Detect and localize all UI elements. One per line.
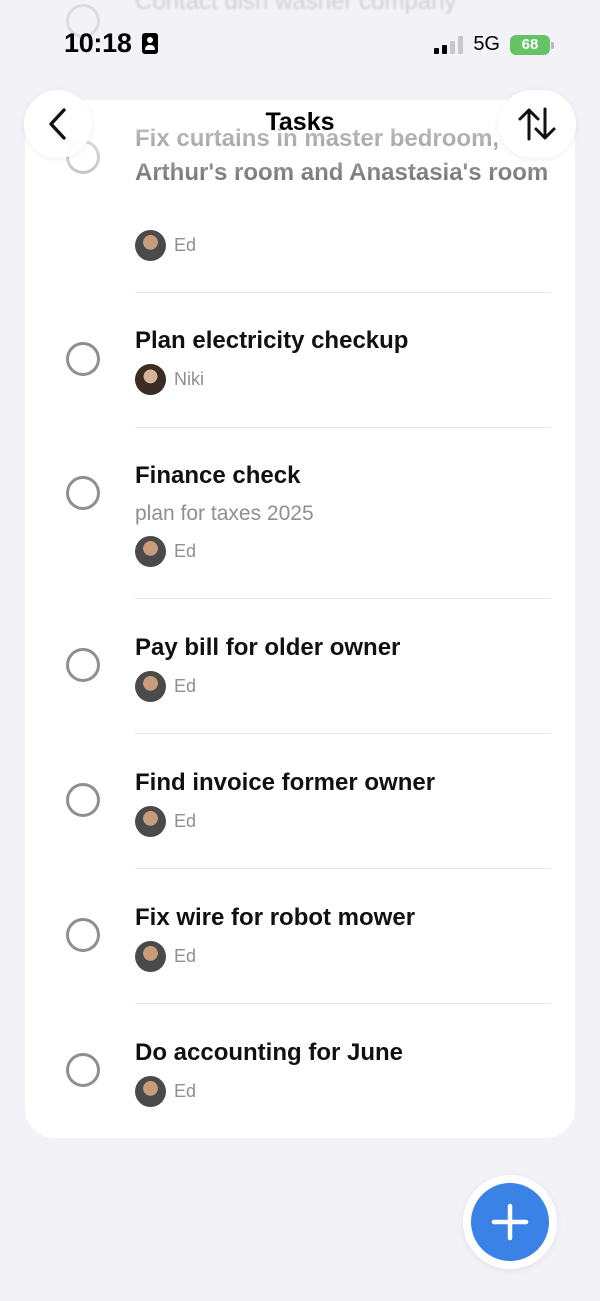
task-checkbox[interactable] [66,1053,100,1087]
sort-button[interactable] [498,90,576,158]
divider [135,733,551,734]
status-time: 10:18 [64,28,158,59]
network-type: 5G [473,33,500,55]
divider [135,1003,551,1004]
task-title: Plan electricity checkup [135,327,409,354]
add-task-button[interactable] [471,1183,549,1261]
task-title: Do accounting for June [135,1039,404,1066]
clock: 10:18 [64,28,132,58]
avatar [135,941,166,972]
battery-icon: 68 [510,34,554,55]
task-checkbox[interactable] [66,648,100,682]
status-indicators: 5G 68 [434,33,554,56]
divider [135,598,551,599]
task-title: Finance check [135,462,301,489]
avatar [135,230,166,261]
cellular-signal-icon [434,35,464,54]
focus-id-icon [141,33,158,54]
task-assignee: Ed [135,536,196,567]
plus-icon [491,1203,529,1241]
avatar [135,671,166,702]
task-title: Fix wire for robot mower [135,904,416,931]
avatar [135,536,166,567]
sort-arrows-icon [518,107,556,141]
battery-level: 68 [521,36,539,53]
task-checkbox[interactable] [66,783,100,817]
task-list-card: Fix curtains in master bedroom, Arthur's… [25,100,575,1138]
task-assignee: Ed [135,1076,196,1107]
task-assignee: Niki [135,364,204,395]
task-checkbox[interactable] [66,476,100,510]
status-bar: 10:18 5G 68 [0,0,600,88]
divider [135,292,551,293]
task-assignee: Ed [135,230,196,261]
task-assignee: Ed [135,806,196,837]
divider [135,427,551,428]
task-checkbox[interactable] [66,342,100,376]
avatar [135,364,166,395]
task-title: Pay bill for older owner [135,634,401,661]
task-note: plan for taxes 2025 [135,502,314,525]
task-assignee: Ed [135,941,196,972]
task-assignee: Ed [135,671,196,702]
task-checkbox[interactable] [66,918,100,952]
task-title: Find invoice former owner [135,769,436,796]
avatar [135,1076,166,1107]
divider [135,868,551,869]
avatar [135,806,166,837]
